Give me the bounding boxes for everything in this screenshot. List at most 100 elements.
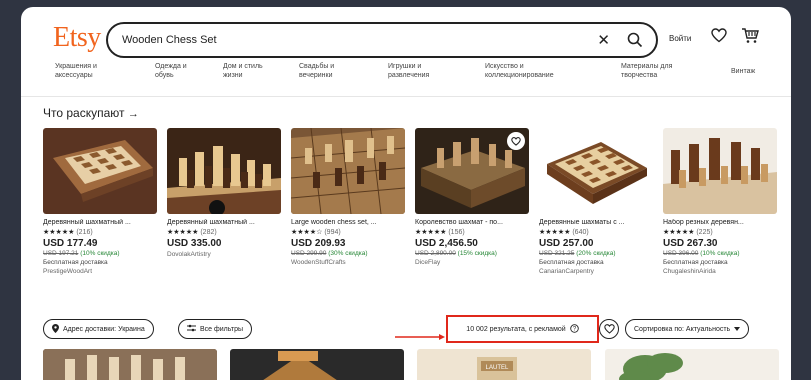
category-line1: Свадьбы и <box>299 63 335 70</box>
category-line2: обувь <box>155 72 174 79</box>
category-clothing[interactable]: Одежда и обувь <box>155 62 187 80</box>
category-art[interactable]: Искусство и коллекционирование <box>485 62 554 80</box>
clear-search-icon[interactable]: ✕ <box>597 31 610 49</box>
category-line2: аксессуары <box>55 72 93 79</box>
browser-frame: Etsy Wooden Chess Set ✕ Войти Украшения … <box>21 7 791 380</box>
product-price: USD 267.30 <box>663 238 718 249</box>
favorite-heart-icon[interactable] <box>507 132 525 150</box>
product-title[interactable]: Деревянный шахматный ... <box>167 219 281 226</box>
search-input[interactable]: Wooden Chess Set <box>122 34 597 46</box>
category-line2: развлечения <box>388 72 430 79</box>
original-price: USD 321.25 <box>539 250 575 257</box>
discount-label: (15% скидка) <box>457 250 497 257</box>
original-price-row: USD 2,890.00 (15% скидка) <box>415 250 529 257</box>
search-results-grid: LAUTEL <box>21 349 791 380</box>
results-count-text: 10 002 результата, с рекламой <box>466 325 566 333</box>
product-card[interactable]: Набор резных деревян... ★★★★★ (225) USD … <box>663 128 777 275</box>
etsy-logo[interactable]: Etsy <box>53 22 101 54</box>
section-title[interactable]: Что раскупают → <box>43 106 139 120</box>
info-icon[interactable]: ? <box>569 323 579 335</box>
all-filters-button[interactable]: Все фильтры <box>178 319 252 339</box>
rating-stars: ★★★★☆ <box>291 229 323 236</box>
product-rating: ★★★★★ (225) <box>663 228 777 236</box>
product-rating: ★★★★★ (216) <box>43 228 157 236</box>
product-card[interactable]: Large wooden chess set, ... ★★★★☆ (994) … <box>291 128 405 266</box>
product-rating: ★★★★★ (156) <box>415 228 529 236</box>
rating-stars: ★★★★★ <box>167 229 199 236</box>
product-image[interactable] <box>167 128 281 214</box>
shop-name[interactable]: DiceFlay <box>415 259 529 266</box>
original-price: USD 396.00 <box>663 250 699 257</box>
category-line1: Материалы для <box>621 63 673 70</box>
category-vintage[interactable]: Винтаж <box>731 67 755 76</box>
shop-name[interactable]: PrestigeWoodArt <box>43 268 157 275</box>
product-title[interactable]: Large wooden chess set, ... <box>291 219 405 226</box>
shop-name[interactable]: WoodenStuffCrafts <box>291 259 405 266</box>
product-card[interactable]: Деревянные шахматы с ... ★★★★★ (640) USD… <box>539 128 653 275</box>
product-card[interactable]: Деревянный шахматный ... ★★★★★ (216) USD… <box>43 128 157 275</box>
product-image[interactable] <box>415 128 529 214</box>
delivery-address-label: Адрес доставки: Украина <box>63 325 145 333</box>
rating-stars: ★★★★★ <box>539 229 571 236</box>
product-card[interactable]: Деревянный шахматный ... ★★★★★ (282) USD… <box>167 128 281 258</box>
discount-label: (10% скидка) <box>700 250 740 257</box>
rating-stars: ★★★★★ <box>663 229 695 236</box>
product-rating: ★★★★☆ (994) <box>291 228 405 236</box>
category-line2: жизни <box>223 72 243 79</box>
shop-name[interactable]: DovolakArtistry <box>167 251 281 258</box>
category-line1: Винтаж <box>731 68 756 75</box>
product-price: USD 257.00 <box>539 238 594 249</box>
shipping-info: Бесплатная доставка <box>539 259 604 266</box>
product-card[interactable]: Королевство шахмат - по... ★★★★★ (156) U… <box>415 128 529 266</box>
product-price: USD 2,456.50 <box>415 238 478 249</box>
category-home[interactable]: Дом и стиль жизни <box>223 62 263 80</box>
caret-down-icon <box>734 326 741 333</box>
category-supplies[interactable]: Материалы для творчества <box>621 62 672 80</box>
review-count: (156) <box>448 229 465 236</box>
product-title[interactable]: Королевство шахмат - по... <box>415 219 529 226</box>
shop-name[interactable]: ChugaleshinAirida <box>663 268 777 275</box>
category-jewelry[interactable]: Украшения и аксессуары <box>55 62 97 80</box>
all-filters-label: Все фильтры <box>200 325 243 333</box>
category-nav: Украшения и аксессуары Одежда и обувь Дом … <box>55 62 775 86</box>
result-image[interactable] <box>43 349 217 380</box>
product-title[interactable]: Деревянные шахматы с ... <box>539 219 653 226</box>
cart-icon[interactable] <box>741 27 759 49</box>
product-price: USD 177.49 <box>43 238 98 249</box>
sort-dropdown[interactable]: Сортировка по: Актуальность <box>625 319 750 339</box>
trending-products: Деревянный шахматный ... ★★★★★ (216) USD… <box>43 128 791 298</box>
discount-label: (30% скидка) <box>328 250 368 257</box>
original-price: USD 197.21 <box>43 250 79 257</box>
discount-label: (10% скидка) <box>80 250 120 257</box>
product-title[interactable]: Набор резных деревян... <box>663 219 777 226</box>
category-line2: вечеринки <box>299 72 333 79</box>
review-count: (640) <box>572 229 589 236</box>
shipping-info: Бесплатная доставка <box>43 259 108 266</box>
shop-name[interactable]: CanarianCarpentry <box>539 268 653 275</box>
result-image[interactable] <box>230 349 404 380</box>
review-count: (282) <box>200 229 217 236</box>
result-image[interactable] <box>605 349 779 380</box>
filters-icon <box>187 324 196 334</box>
search-icon[interactable] <box>622 27 648 53</box>
product-image[interactable] <box>539 128 653 214</box>
product-image[interactable] <box>663 128 777 214</box>
result-image[interactable]: LAUTEL <box>417 349 591 380</box>
original-price-row: USD 197.21 (10% скидка) <box>43 250 157 257</box>
category-line2: коллекционирование <box>485 72 554 79</box>
section-title-text: Что раскупают <box>43 106 125 120</box>
favorites-heart-icon[interactable] <box>711 28 727 48</box>
header-divider <box>21 96 791 97</box>
save-search-heart-icon[interactable] <box>599 319 619 339</box>
category-toys[interactable]: Игрушки и развлечения <box>388 62 429 80</box>
product-image[interactable] <box>291 128 405 214</box>
search-bar[interactable]: Wooden Chess Set ✕ <box>106 22 658 58</box>
review-count: (225) <box>696 229 713 236</box>
product-image[interactable] <box>43 128 157 214</box>
category-weddings[interactable]: Свадьбы и вечеринки <box>299 62 334 80</box>
product-title[interactable]: Деревянный шахматный ... <box>43 219 157 226</box>
signin-link[interactable]: Войти <box>669 34 691 43</box>
product-price: USD 209.93 <box>291 238 346 249</box>
discount-label: (20% скидка) <box>576 250 616 257</box>
delivery-address-button[interactable]: Адрес доставки: Украина <box>43 319 154 339</box>
